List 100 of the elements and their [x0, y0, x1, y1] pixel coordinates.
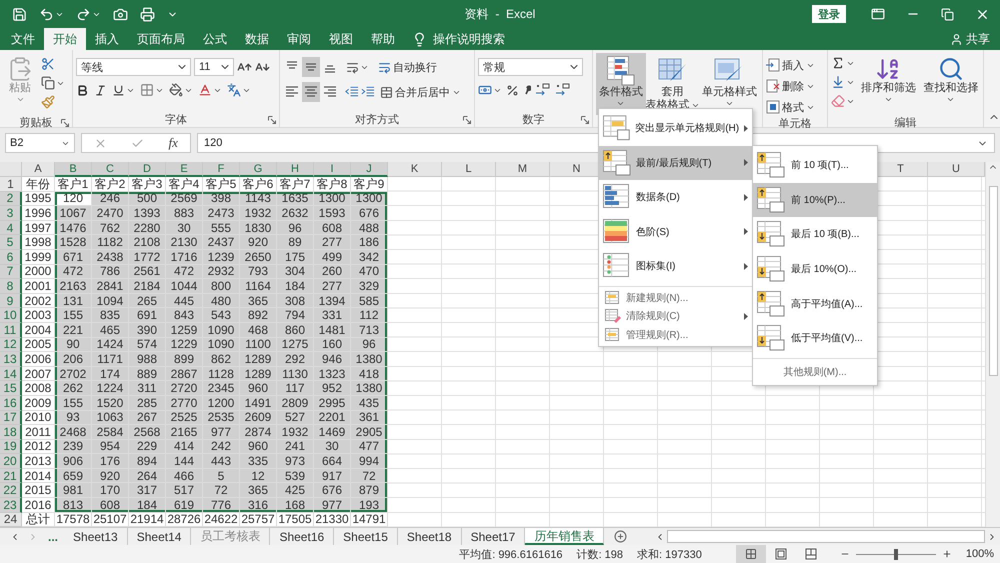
table-cell: 1491	[240, 396, 277, 410]
font-size-field[interactable]: 11	[194, 58, 234, 76]
row-header[interactable]: 11	[0, 322, 22, 338]
font-name-field[interactable]: 等线	[76, 58, 191, 76]
row-header[interactable]: 15	[0, 381, 22, 396]
name-box[interactable]: B2	[5, 133, 75, 153]
cells-menu-button[interactable]: 插入	[766, 56, 815, 74]
login-button[interactable]: 登录	[812, 5, 846, 23]
number-format-field[interactable]: 常规	[478, 58, 583, 76]
table-cell: 30	[314, 440, 351, 454]
table-cell: 221	[55, 322, 92, 338]
column-header[interactable]: G	[240, 162, 277, 177]
table-cell: 229	[129, 440, 166, 454]
sheet-tab[interactable]: 历年销售表	[525, 528, 604, 545]
menu-item[interactable]: 图标集(I)	[599, 249, 752, 284]
table-cell: 17578	[55, 512, 92, 528]
row-header[interactable]: 10	[0, 308, 22, 323]
table-cell: 112	[351, 308, 388, 323]
table-cell: 2280	[129, 220, 166, 236]
row-header[interactable]: 24	[0, 512, 22, 528]
table-cell: 2569	[166, 192, 203, 206]
row-header[interactable]: 18	[0, 425, 22, 440]
column-header[interactable]: A	[22, 162, 55, 177]
share-button[interactable]: 共享	[950, 28, 990, 50]
ribbon-tab[interactable]: 数据	[236, 28, 278, 50]
row-header[interactable]: 9	[0, 294, 22, 308]
ribbon-tab[interactable]: 页面布局	[128, 28, 194, 50]
paste-button[interactable]: 粘贴	[3, 53, 37, 115]
row-header[interactable]: 20	[0, 454, 22, 469]
row-header[interactable]: 13	[0, 352, 22, 367]
table-cell: 977	[314, 498, 351, 513]
row-header[interactable]: 1	[0, 177, 22, 192]
column-header[interactable]: D	[129, 162, 166, 177]
menu-item[interactable]: 低于平均值(V)...	[753, 320, 877, 356]
more-rules-item[interactable]: 其他规则(M)...	[753, 360, 877, 383]
table-cell: 335	[240, 454, 277, 469]
table-cell: 242	[203, 440, 240, 454]
row-header[interactable]: 2	[0, 192, 22, 206]
row-header[interactable]: 17	[0, 410, 22, 426]
table-cell: 835	[92, 308, 129, 323]
column-header[interactable]: M	[496, 162, 550, 177]
insert-function-button[interactable]: fx	[168, 135, 178, 151]
row-header[interactable]: 7	[0, 264, 22, 280]
cells-menu-button[interactable]: 格式	[766, 98, 815, 116]
table-cell: 2905	[351, 425, 388, 440]
row-header[interactable]: 22	[0, 483, 22, 498]
menu-item[interactable]: 新建规则(N)...	[599, 288, 752, 307]
table-cell: 1200	[203, 396, 240, 410]
ribbon-tab[interactable]: 视图	[320, 28, 362, 50]
row-header[interactable]: 12	[0, 338, 22, 352]
table-cell: 659	[55, 468, 92, 484]
table-cell: 499	[314, 250, 351, 265]
more-sheets-button[interactable]: ...	[42, 528, 64, 545]
column-header[interactable]: F	[203, 162, 240, 177]
column-header[interactable]: L	[442, 162, 496, 177]
menu-item[interactable]: 管理规则(R)...	[599, 326, 752, 344]
ribbon-tab[interactable]: 插入	[86, 28, 128, 50]
row-header[interactable]: 3	[0, 206, 22, 221]
sort-filter-button[interactable]: 排序和筛选	[859, 53, 918, 115]
column-header[interactable]: B	[55, 162, 92, 177]
ribbon-tab[interactable]: 公式	[194, 28, 236, 50]
cells-menu-button[interactable]: 删除	[766, 77, 815, 95]
column-header[interactable]: K	[388, 162, 442, 177]
find-select-button[interactable]: 查找和选择	[922, 53, 980, 115]
ribbon-tab[interactable]: 开始	[44, 28, 86, 50]
table-cell: 2809	[277, 396, 314, 410]
menu-item[interactable]: 最前/最后规则(T)	[599, 146, 752, 180]
row-header[interactable]: 16	[0, 396, 22, 410]
ribbon-tab[interactable]: 文件	[2, 28, 44, 50]
row-header[interactable]: 19	[0, 440, 22, 454]
menu-item[interactable]: 前 10%(P)...	[753, 182, 877, 218]
row-header[interactable]: 5	[0, 235, 22, 250]
table-cell: 555	[203, 220, 240, 236]
menu-item[interactable]: 高于平均值(A)...	[753, 286, 877, 321]
table-cell: 860	[277, 322, 314, 338]
group-label: 字体	[165, 112, 187, 127]
menu-item[interactable]: 最后 10%(O)...	[753, 252, 877, 286]
tell-me-search[interactable]: 操作说明搜索	[404, 28, 513, 50]
row-header[interactable]: 6	[0, 250, 22, 265]
row-header[interactable]: 4	[0, 220, 22, 236]
wrap-text-button[interactable]: 自动换行	[378, 58, 437, 76]
zoom-level[interactable]: 100%	[966, 548, 994, 560]
ribbon-tab[interactable]: 审阅	[278, 28, 320, 50]
column-header[interactable]: J	[351, 162, 388, 177]
row-header[interactable]: 14	[0, 366, 22, 382]
column-header[interactable]: C	[92, 162, 129, 177]
column-header[interactable]: I	[314, 162, 351, 177]
ribbon-tab[interactable]: 帮助	[362, 28, 404, 50]
row-header[interactable]: 21	[0, 468, 22, 484]
menu-item[interactable]: 色阶(S)	[599, 214, 752, 249]
menu-item[interactable]: 清除规则(C)	[599, 307, 752, 326]
menu-item[interactable]: 数据条(D)	[599, 180, 752, 214]
column-header[interactable]: H	[277, 162, 314, 177]
column-header[interactable]: U	[928, 162, 985, 177]
row-header[interactable]: 8	[0, 279, 22, 294]
column-header[interactable]: E	[166, 162, 203, 177]
row-header[interactable]: 23	[0, 498, 22, 513]
merge-center-button[interactable]: 合并后居中	[380, 83, 461, 101]
menu-item[interactable]: 最后 10 项(B)...	[753, 217, 877, 252]
table-cell: 174	[92, 366, 129, 382]
